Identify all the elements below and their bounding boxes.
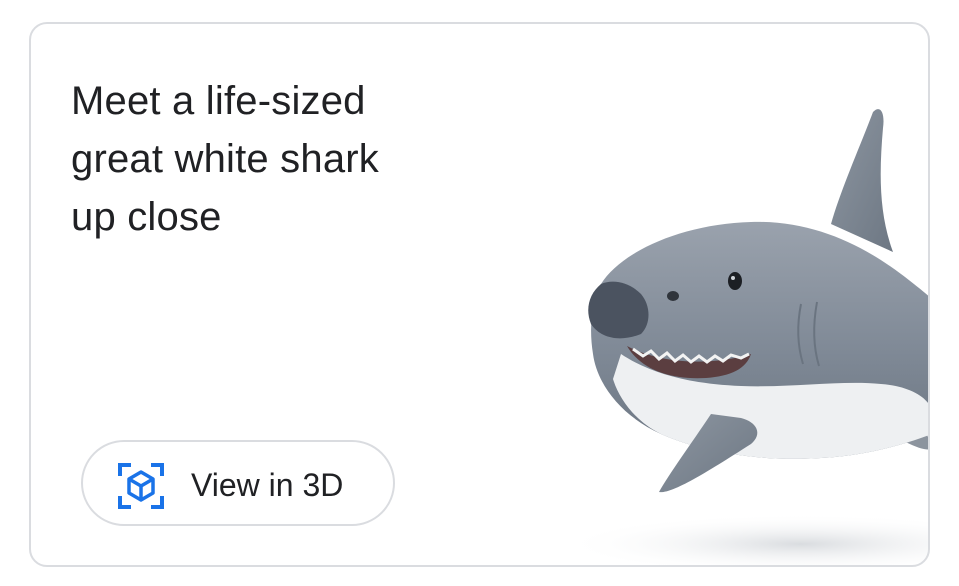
shadow — [561, 514, 928, 565]
card-title-line-2: great white shark — [71, 137, 379, 181]
card-title-line-1: Meet a life-sized — [71, 79, 366, 123]
3d-cube-icon — [118, 463, 164, 509]
view-in-3d-label: View in 3D — [191, 467, 344, 503]
card-title-line-3: up close — [71, 195, 222, 239]
card-title: Meet a life-sized great white shark up c… — [71, 72, 451, 246]
great-white-shark-icon — [561, 109, 928, 565]
shark-3d-card[interactable]: Meet a life-sized great white shark up c… — [29, 22, 930, 567]
view-in-3d-button[interactable]: View in 3D — [81, 440, 395, 526]
